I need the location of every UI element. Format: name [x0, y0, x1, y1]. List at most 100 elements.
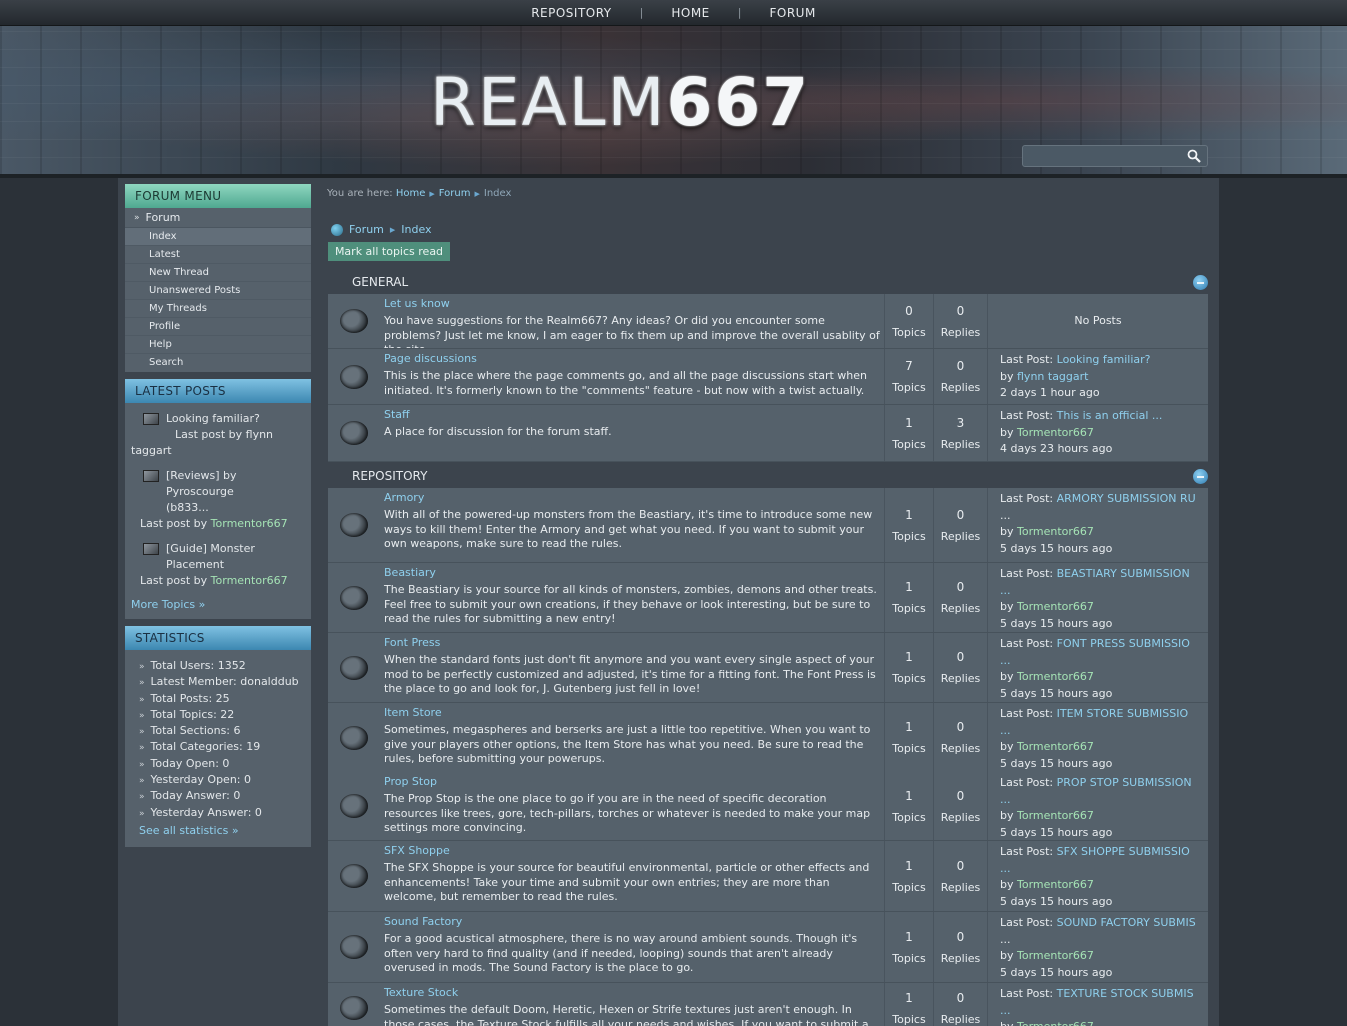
triangle-right-icon: ▶ [429, 190, 435, 198]
forum-info-cell: Item Store Sometimes, megaspheres and be… [380, 703, 884, 772]
topics-label: Topics [892, 325, 926, 339]
menu-index[interactable]: Index [125, 228, 311, 246]
double-chevron-icon: » [139, 743, 145, 754]
site-logo[interactable]: REALM667 [430, 68, 810, 138]
replies-count: 3 [956, 415, 965, 430]
last-post-label: Last Post: [1000, 707, 1054, 720]
menu-search[interactable]: Search [125, 354, 311, 372]
last-post-author[interactable]: Tormentor667 [1017, 740, 1094, 753]
see-all-statistics-link[interactable]: See all statistics » [139, 824, 311, 837]
double-chevron-icon: » [139, 662, 145, 672]
by-label: by [1000, 600, 1014, 613]
stat-row: » Yesterday Answer: 0 [139, 805, 262, 819]
last-post-label: Last Post: [1000, 776, 1054, 789]
menu-latest[interactable]: Latest [125, 246, 311, 264]
latest-post-title-cont[interactable]: Placement [131, 557, 305, 573]
board-status-icon [340, 996, 368, 1020]
latest-post-author: Last post by Tormentor667 [140, 517, 288, 530]
menu-help[interactable]: Help [125, 336, 311, 354]
topics-cell: 1 Topics [884, 912, 933, 982]
replies-count: 0 [956, 507, 965, 522]
search-icon[interactable] [1187, 149, 1201, 163]
board-icon-cell [328, 294, 380, 348]
last-post-label: Last Post: [1000, 987, 1054, 1000]
stat-row: » Yesterday Open: 0 [139, 773, 251, 787]
menu-my-threads[interactable]: My Threads [125, 300, 311, 318]
forum-title-link[interactable]: SFX Shoppe [384, 844, 880, 857]
nav-home[interactable]: HOME [643, 6, 737, 20]
latest-post-title-cont[interactable]: (b833... [131, 500, 305, 516]
last-post-author[interactable]: flynn taggart [1017, 370, 1088, 383]
replies-count: 0 [956, 359, 965, 373]
last-post-link[interactable]: This is an official ... [1057, 409, 1163, 422]
by-label: by [1000, 670, 1014, 683]
latest-post-item: [Reviews] by Pyroscourge (b833... Last p… [131, 468, 305, 532]
last-post-cell: Last Post: ARMORY SUBMISSION RU ... by T… [987, 488, 1208, 562]
more-topics-link[interactable]: More Topics » [131, 598, 305, 611]
crumb-index[interactable]: Index [401, 223, 431, 236]
collapse-icon[interactable] [1193, 275, 1208, 290]
mark-all-read-button[interactable]: Mark all topics read [328, 242, 450, 261]
breadcrumb-forum[interactable]: Forum [439, 188, 471, 199]
collapse-icon[interactable] [1193, 469, 1208, 484]
forum-description: For a good acustical atmosphere, there i… [384, 932, 858, 974]
replies-cell: 0 Replies [933, 488, 987, 562]
replies-count: 0 [956, 580, 965, 594]
forum-title-link[interactable]: Page discussions [384, 352, 880, 365]
search-input[interactable] [1022, 145, 1208, 167]
topics-label: Topics [892, 1012, 926, 1026]
forum-row: Prop Stop The Prop Stop is the one place… [328, 772, 1208, 840]
by-label: by [1000, 878, 1014, 891]
forum-title-link[interactable]: Armory [384, 491, 880, 504]
last-post-time: 5 days 15 hours ago [1000, 825, 1113, 839]
board-icon-cell [328, 405, 380, 461]
last-post-author[interactable]: Tormentor667 [1017, 670, 1094, 683]
last-post-time: 5 days 15 hours ago [1000, 756, 1113, 770]
board-icon-cell [328, 772, 380, 840]
nav-repository[interactable]: REPOSITORY [503, 6, 639, 20]
forum-title-link[interactable]: Let us know [384, 297, 880, 310]
breadcrumb-home[interactable]: Home [396, 188, 426, 199]
menu-profile[interactable]: Profile [125, 318, 311, 336]
nav-forum[interactable]: FORUM [741, 6, 843, 20]
forum-info-cell: SFX Shoppe The SFX Shoppe is your source… [380, 841, 884, 911]
forum-title-link[interactable]: Item Store [384, 706, 880, 719]
last-post-author[interactable]: Tormentor667 [1017, 600, 1094, 613]
last-post-author[interactable]: Tormentor667 [1017, 525, 1094, 538]
menu-new-thread[interactable]: New Thread [125, 264, 311, 282]
board-status-icon [340, 513, 368, 537]
last-post-author[interactable]: Tormentor667 [1017, 426, 1094, 439]
last-post-cell: Last Post: SFX SHOPPE SUBMISSIO ... by T… [987, 841, 1208, 911]
crumb-forum[interactable]: Forum [349, 223, 384, 236]
latest-post-author-cont: taggart [131, 444, 172, 457]
last-post-link[interactable]: Looking familiar? [1057, 353, 1151, 366]
forum-row: Font Press When the standard fonts just … [328, 633, 1208, 702]
last-post-author[interactable]: Tormentor667 [1017, 878, 1094, 891]
last-post-author[interactable]: Tormentor667 [1017, 1020, 1094, 1026]
board-icon-cell [328, 983, 380, 1026]
last-post-cell: Last Post: This is an official ... by To… [987, 405, 1208, 461]
replies-label: Replies [940, 810, 981, 824]
forum-title-link[interactable]: Font Press [384, 636, 880, 649]
topics-cell: 1 Topics [884, 841, 933, 911]
forum-title-link[interactable]: Prop Stop [384, 775, 880, 788]
replies-cell: 0 Replies [933, 841, 987, 911]
topics-label: Topics [892, 672, 926, 685]
last-post-link[interactable]: ARMORY SUBMISSION RU [1057, 492, 1196, 505]
menu-unanswered-posts[interactable]: Unanswered Posts [125, 282, 311, 300]
forum-title-link[interactable]: Texture Stock [384, 986, 880, 999]
last-post-time: 5 days 15 hours ago [1000, 616, 1113, 630]
forum-info-cell: Sound Factory For a good acustical atmos… [380, 912, 884, 982]
replies-cell: 0 Replies [933, 983, 987, 1026]
topics-count: 1 [905, 720, 913, 734]
last-post-author[interactable]: Tormentor667 [1017, 809, 1094, 822]
board-icon-cell [328, 841, 380, 911]
board-status-icon [340, 794, 368, 818]
forum-title-link[interactable]: Sound Factory [384, 915, 880, 928]
forum-title-link[interactable]: Staff [384, 408, 880, 421]
forum-info-cell: Armory With all of the powered-up monste… [380, 488, 884, 562]
menu-forum[interactable]: » Forum [125, 208, 311, 228]
last-post-link[interactable]: SOUND FACTORY SUBMIS [1057, 916, 1196, 929]
last-post-author[interactable]: Tormentor667 [1017, 949, 1094, 962]
forum-title-link[interactable]: Beastiary [384, 566, 880, 579]
